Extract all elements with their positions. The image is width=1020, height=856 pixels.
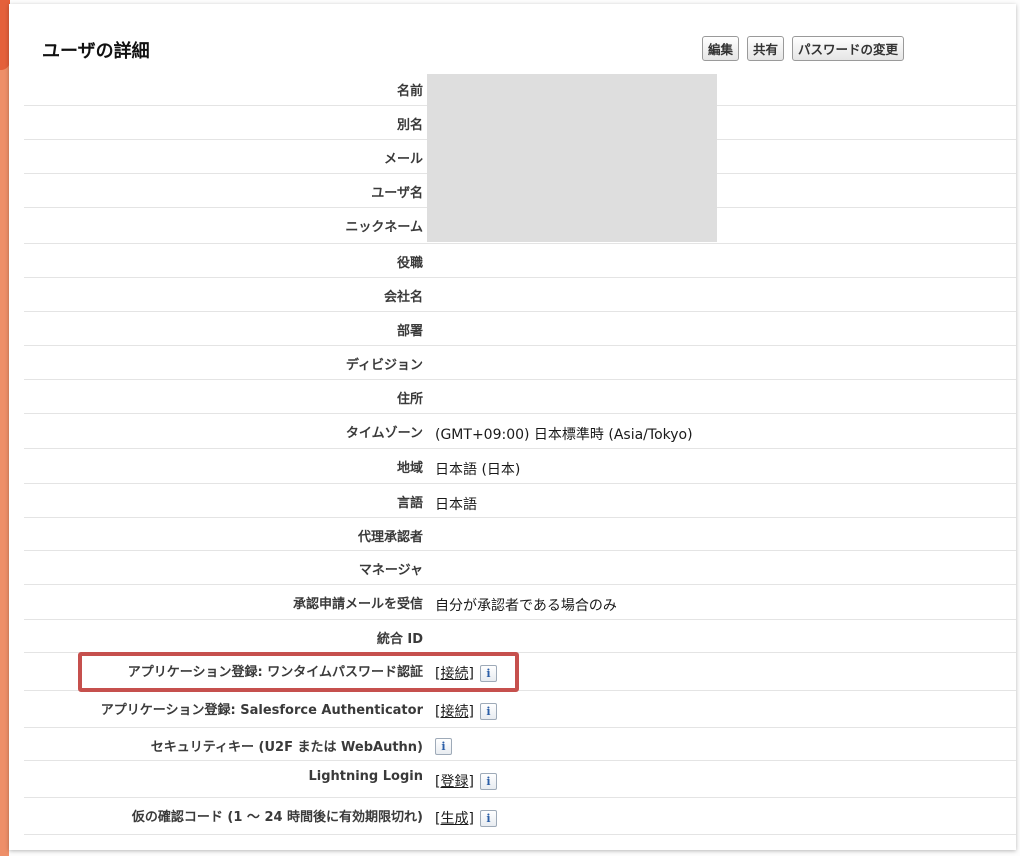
field-value: [登録] i (435, 771, 497, 791)
field-row-language: 言語 日本語 (24, 484, 1016, 518)
field-row-department: 部署 (24, 312, 1016, 346)
field-label: タイムゾーン (345, 426, 423, 441)
field-row-security-key: セキュリティキー (U2F または WebAuthn) i (24, 728, 1016, 761)
field-label: Lightning Login (308, 769, 423, 784)
field-label: 部署 (396, 324, 423, 339)
info-icon[interactable]: i (479, 772, 497, 790)
redacted-block (427, 74, 717, 242)
field-label: ディビジョン (345, 358, 423, 373)
highlight-box (78, 652, 519, 692)
field-row-approval-email: 承認申請メールを受信 自分が承認者である場合のみ (24, 585, 1016, 620)
field-label: マネージャ (358, 563, 423, 578)
field-row-company: 会社名 (24, 278, 1016, 312)
field-label: 別名 (396, 118, 423, 133)
field-row-locale: 地域 日本語 (日本) (24, 449, 1016, 484)
action-buttons: 編集 共有 パスワードの変更 (702, 36, 905, 61)
connect-authenticator-link[interactable]: [接続] (435, 701, 474, 721)
field-row-title: 役職 (24, 244, 1016, 278)
field-label: 代理承認者 (357, 530, 423, 545)
field-label: ニックネーム (345, 220, 423, 235)
info-icon[interactable]: i (479, 809, 497, 827)
info-icon[interactable]: i (479, 702, 497, 720)
field-row-timezone: タイムゾーン (GMT+09:00) 日本標準時 (Asia/Tokyo) (24, 414, 1016, 449)
field-label: 言語 (396, 496, 423, 511)
change-password-button[interactable]: パスワードの変更 (792, 36, 905, 61)
field-value: 日本語 (日本) (435, 462, 521, 478)
edit-button[interactable]: 編集 (702, 36, 740, 61)
field-label: 仮の確認コード (1 ～ 24 時間後に有効期限切れ) (131, 810, 423, 825)
field-label: 統合 ID (376, 632, 423, 647)
field-label: 地域 (396, 461, 423, 476)
field-label: 承認申請メールを受信 (292, 597, 423, 612)
field-row-address: 住所 (24, 380, 1016, 414)
field-row-temp-code: 仮の確認コード (1 ～ 24 時間後に有効期限切れ) [生成] i (24, 798, 1016, 835)
field-label: ユーザ名 (371, 186, 423, 201)
field-value: [接続] i (435, 701, 497, 721)
field-value: 日本語 (435, 497, 477, 513)
field-row-authenticator-app: アプリケーション登録: Salesforce Authenticator [接続… (24, 691, 1016, 728)
field-label: 住所 (396, 392, 423, 407)
field-value: 自分が承認者である場合のみ (435, 598, 617, 614)
field-label: アプリケーション登録: Salesforce Authenticator (100, 703, 423, 718)
field-row-federation-id: 統合 ID (24, 620, 1016, 653)
field-row-delegated-approver: 代理承認者 (24, 518, 1016, 551)
page-title: ユーザの詳細 (42, 41, 150, 62)
field-label: メール (383, 152, 423, 167)
field-label: セキュリティキー (U2F または WebAuthn) (150, 740, 423, 755)
generate-code-link[interactable]: [生成] (435, 808, 474, 828)
field-row-manager: マネージャ (24, 551, 1016, 585)
field-value: [生成] i (435, 808, 497, 828)
share-button[interactable]: 共有 (747, 36, 785, 61)
register-lightning-login-link[interactable]: [登録] (435, 771, 474, 791)
field-row-division: ディビジョン (24, 346, 1016, 380)
field-value: i (435, 738, 452, 755)
field-row-lightning-login: Lightning Login [登録] i (24, 761, 1016, 798)
field-value: (GMT+09:00) 日本標準時 (Asia/Tokyo) (435, 427, 693, 443)
field-label: 役職 (396, 256, 423, 271)
info-icon[interactable]: i (435, 738, 452, 755)
field-label: 名前 (396, 84, 423, 99)
field-label: 会社名 (383, 290, 423, 305)
app-accent-strip (0, 0, 9, 856)
